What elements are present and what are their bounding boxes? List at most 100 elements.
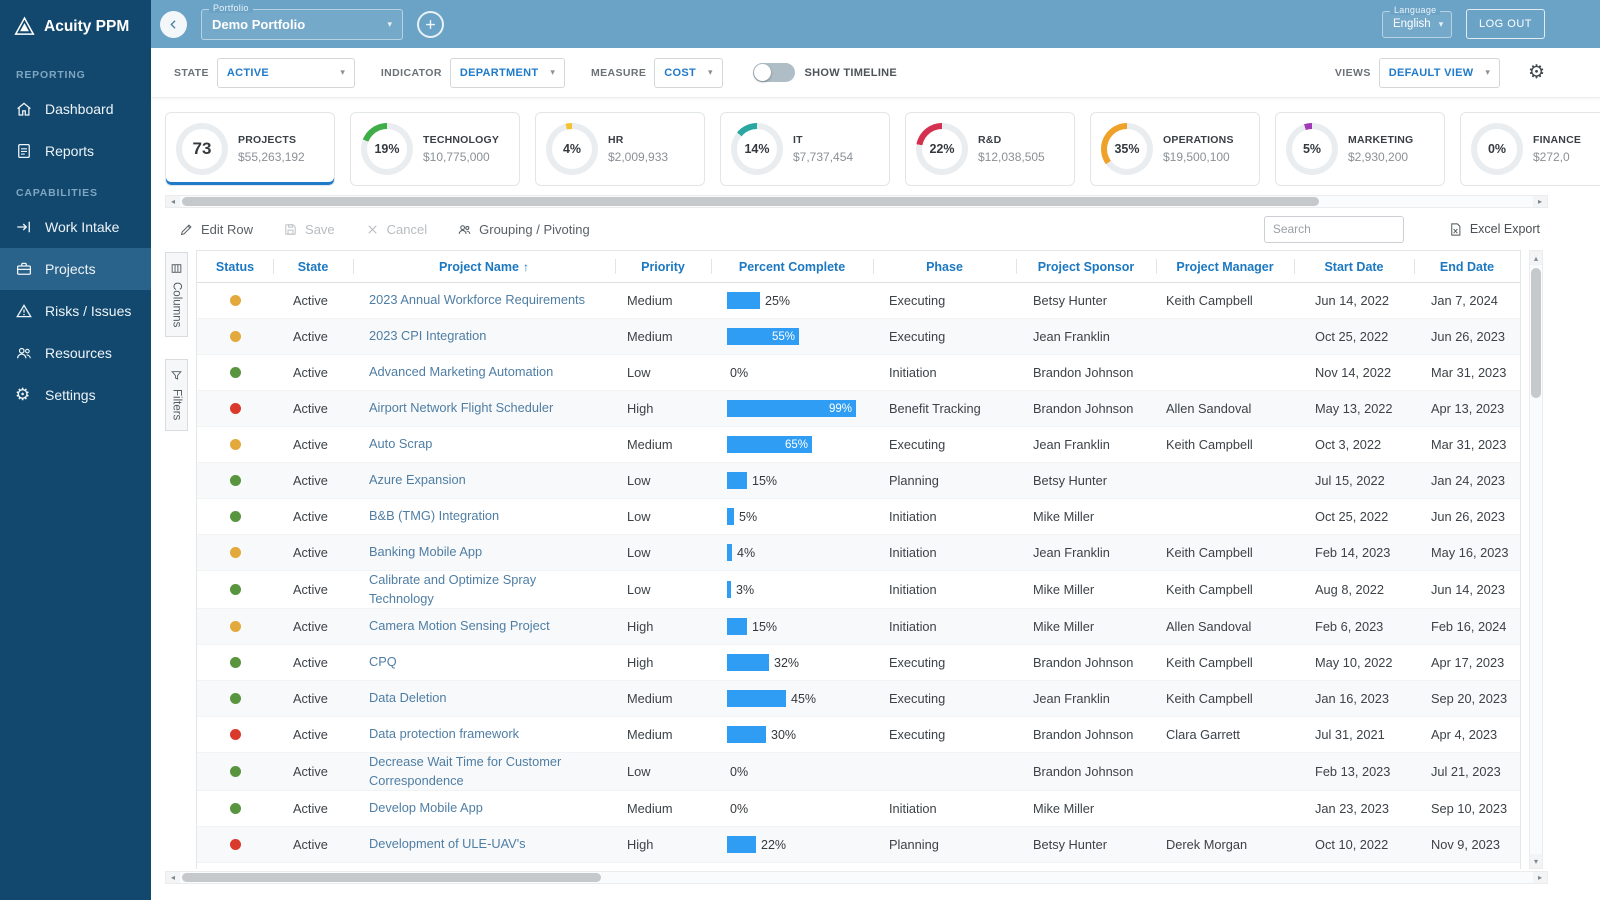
kpi-card-marketing[interactable]: 5%MARKETING$2,930,200 xyxy=(1275,112,1445,186)
table-row[interactable]: ActiveData DeletionMedium45%ExecutingJea… xyxy=(197,681,1520,717)
kpi-card-technology[interactable]: 19%TECHNOLOGY$10,775,000 xyxy=(350,112,520,186)
state-filter-select[interactable]: ACTIVE ▾ xyxy=(217,58,355,88)
table-row[interactable]: Active2023 CPI IntegrationMedium55%Execu… xyxy=(197,319,1520,355)
kpi-card-finance[interactable]: 0%FINANCE$272,0 xyxy=(1460,112,1600,186)
project-name-cell[interactable]: 2023 CPI Integration xyxy=(353,319,615,354)
table-row[interactable]: ActiveAdvanced Marketing AutomationLow0%… xyxy=(197,355,1520,391)
table-row[interactable]: ActiveAirport Network Flight SchedulerHi… xyxy=(197,391,1520,427)
project-name-cell[interactable]: Data Deletion xyxy=(353,681,615,716)
cancel-button[interactable]: Cancel xyxy=(365,222,427,237)
project-name-cell[interactable]: Data protection framework xyxy=(353,717,615,752)
column-header-end-date[interactable]: End Date xyxy=(1414,251,1520,282)
language-select[interactable]: Language English ▾ xyxy=(1382,11,1452,38)
sidebar-item-reports[interactable]: Reports xyxy=(0,130,151,172)
excel-export-button[interactable]: Excel Export xyxy=(1448,222,1540,237)
side-tab-columns[interactable]: Columns xyxy=(165,252,188,337)
logout-button[interactable]: LOG OUT xyxy=(1466,9,1545,39)
scrollbar-thumb[interactable] xyxy=(182,197,1319,206)
column-header-project-manager[interactable]: Project Manager xyxy=(1156,251,1294,282)
grouping-pivoting-button[interactable]: Grouping / Pivoting xyxy=(457,222,590,237)
table-vertical-scrollbar[interactable]: ▴ ▾ xyxy=(1529,250,1543,869)
sidebar-item-work-intake[interactable]: Work Intake xyxy=(0,206,151,248)
column-header-phase[interactable]: Phase xyxy=(873,251,1016,282)
project-name-cell[interactable]: B&B (TMG) Integration xyxy=(353,499,615,534)
project-name-cell[interactable]: Auto Scrap xyxy=(353,427,615,462)
project-name-link[interactable]: Auto Scrap xyxy=(369,435,444,454)
project-name-link[interactable]: Decrease Wait Time for Customer Correspo… xyxy=(369,753,615,790)
scrollbar-thumb[interactable] xyxy=(1531,268,1541,398)
project-name-link[interactable]: Data Deletion xyxy=(369,689,459,708)
scroll-left-icon[interactable]: ◂ xyxy=(166,872,180,883)
kpi-card-operations[interactable]: 35%OPERATIONS$19,500,100 xyxy=(1090,112,1260,186)
column-header-state[interactable]: State xyxy=(273,251,353,282)
table-row[interactable]: ActiveDevelopment of ULE-UAV'sHigh22%Pla… xyxy=(197,827,1520,863)
measure-filter-select[interactable]: COST ▾ xyxy=(654,58,722,88)
project-name-link[interactable]: Develop Mobile App xyxy=(369,799,495,818)
edit-row-button[interactable]: Edit Row xyxy=(179,222,253,237)
scroll-right-icon[interactable]: ▸ xyxy=(1533,196,1547,207)
project-name-cell[interactable]: Advanced Marketing Automation xyxy=(353,355,615,390)
kpi-card-projects[interactable]: 73PROJECTS$55,263,192 xyxy=(165,112,335,186)
table-row[interactable]: ActiveB&B (TMG) IntegrationLow5%Initiati… xyxy=(197,499,1520,535)
project-name-cell[interactable]: Decrease Wait Time for Customer Correspo… xyxy=(353,753,615,790)
project-name-cell[interactable]: 2023 Annual Workforce Requirements xyxy=(353,283,615,318)
table-row[interactable]: Active2023 Annual Workforce Requirements… xyxy=(197,283,1520,319)
column-header-priority[interactable]: Priority xyxy=(615,251,711,282)
sidebar-item-settings[interactable]: ⚙Settings xyxy=(0,374,151,416)
project-name-link[interactable]: 2023 Annual Workforce Requirements xyxy=(369,291,597,310)
table-row[interactable]: ActiveAuto ScrapMedium65%ExecutingJean F… xyxy=(197,427,1520,463)
views-select[interactable]: DEFAULT VIEW ▾ xyxy=(1379,58,1500,88)
project-name-link[interactable]: Data protection framework xyxy=(369,725,531,744)
scrollbar-track[interactable] xyxy=(1530,265,1542,854)
column-header-project-name[interactable]: Project Name↑ xyxy=(353,251,615,282)
show-timeline-toggle[interactable] xyxy=(753,63,795,82)
scrollbar-track[interactable] xyxy=(180,872,1533,883)
sidebar-item-resources[interactable]: Resources xyxy=(0,332,151,374)
sidebar-item-projects[interactable]: Projects xyxy=(0,248,151,290)
column-header-project-sponsor[interactable]: Project Sponsor xyxy=(1016,251,1156,282)
scroll-left-icon[interactable]: ◂ xyxy=(166,196,180,207)
save-button[interactable]: Save xyxy=(283,222,335,237)
sidebar-item-dashboard[interactable]: Dashboard xyxy=(0,88,151,130)
project-name-cell[interactable]: Banking Mobile App xyxy=(353,535,615,570)
project-name-link[interactable]: Banking Mobile App xyxy=(369,543,494,562)
project-name-link[interactable]: Calibrate and Optimize Spray Technology xyxy=(369,571,615,608)
project-name-cell[interactable]: Development of ULE-UAV's xyxy=(353,827,615,862)
settings-gear-icon[interactable]: ⚙ xyxy=(1528,63,1545,82)
project-name-cell[interactable]: Develop Mobile App xyxy=(353,791,615,826)
table-row[interactable]: ActiveCPQHigh32%ExecutingBrandon Johnson… xyxy=(197,645,1520,681)
table-row[interactable]: ActiveDevelop Mobile AppMedium0%Initiati… xyxy=(197,791,1520,827)
table-row[interactable]: ActiveData protection frameworkMedium30%… xyxy=(197,717,1520,753)
cards-horizontal-scrollbar[interactable]: ◂ ▸ xyxy=(165,195,1548,208)
project-name-cell[interactable]: Airport Network Flight Scheduler xyxy=(353,391,615,426)
sidebar-item-risks-issues[interactable]: Risks / Issues xyxy=(0,290,151,332)
project-name-cell[interactable]: Calibrate and Optimize Spray Technology xyxy=(353,571,615,608)
project-name-link[interactable]: 2023 CPI Integration xyxy=(369,327,498,346)
scrollbar-track[interactable] xyxy=(180,196,1533,207)
project-name-cell[interactable]: Azure Expansion xyxy=(353,463,615,498)
scrollbar-thumb[interactable] xyxy=(182,873,601,882)
project-name-link[interactable]: Development of ULE-UAV's xyxy=(369,835,538,854)
project-name-link[interactable]: CPQ xyxy=(369,653,409,672)
table-row[interactable]: ActiveBanking Mobile AppLow4%InitiationJ… xyxy=(197,535,1520,571)
table-row[interactable]: ActiveDecrease Wait Time for Customer Co… xyxy=(197,753,1520,791)
table-row[interactable]: ActiveCalibrate and Optimize Spray Techn… xyxy=(197,571,1520,609)
scroll-right-icon[interactable]: ▸ xyxy=(1533,872,1547,883)
scroll-up-icon[interactable]: ▴ xyxy=(1530,251,1542,265)
column-header-start-date[interactable]: Start Date xyxy=(1294,251,1414,282)
project-name-link[interactable]: Airport Network Flight Scheduler xyxy=(369,399,565,418)
kpi-card-hr[interactable]: 4%HR$2,009,933 xyxy=(535,112,705,186)
scroll-down-icon[interactable]: ▾ xyxy=(1530,854,1542,868)
kpi-card-it[interactable]: 14%IT$7,737,454 xyxy=(720,112,890,186)
search-input[interactable] xyxy=(1264,216,1404,243)
kpi-card-r-d[interactable]: 22%R&D$12,038,505 xyxy=(905,112,1075,186)
table-row[interactable]: ActiveAzure ExpansionLow15%PlanningBetsy… xyxy=(197,463,1520,499)
project-name-link[interactable]: B&B (TMG) Integration xyxy=(369,507,511,526)
project-name-link[interactable]: Advanced Marketing Automation xyxy=(369,363,565,382)
table-horizontal-scrollbar[interactable]: ◂ ▸ xyxy=(165,871,1548,884)
project-name-link[interactable]: Azure Expansion xyxy=(369,471,478,490)
column-header-status[interactable]: Status xyxy=(197,251,273,282)
column-header-percent-complete[interactable]: Percent Complete xyxy=(711,251,873,282)
table-row[interactable]: ActiveCamera Motion Sensing ProjectHigh1… xyxy=(197,609,1520,645)
indicator-filter-select[interactable]: DEPARTMENT ▾ xyxy=(450,58,565,88)
